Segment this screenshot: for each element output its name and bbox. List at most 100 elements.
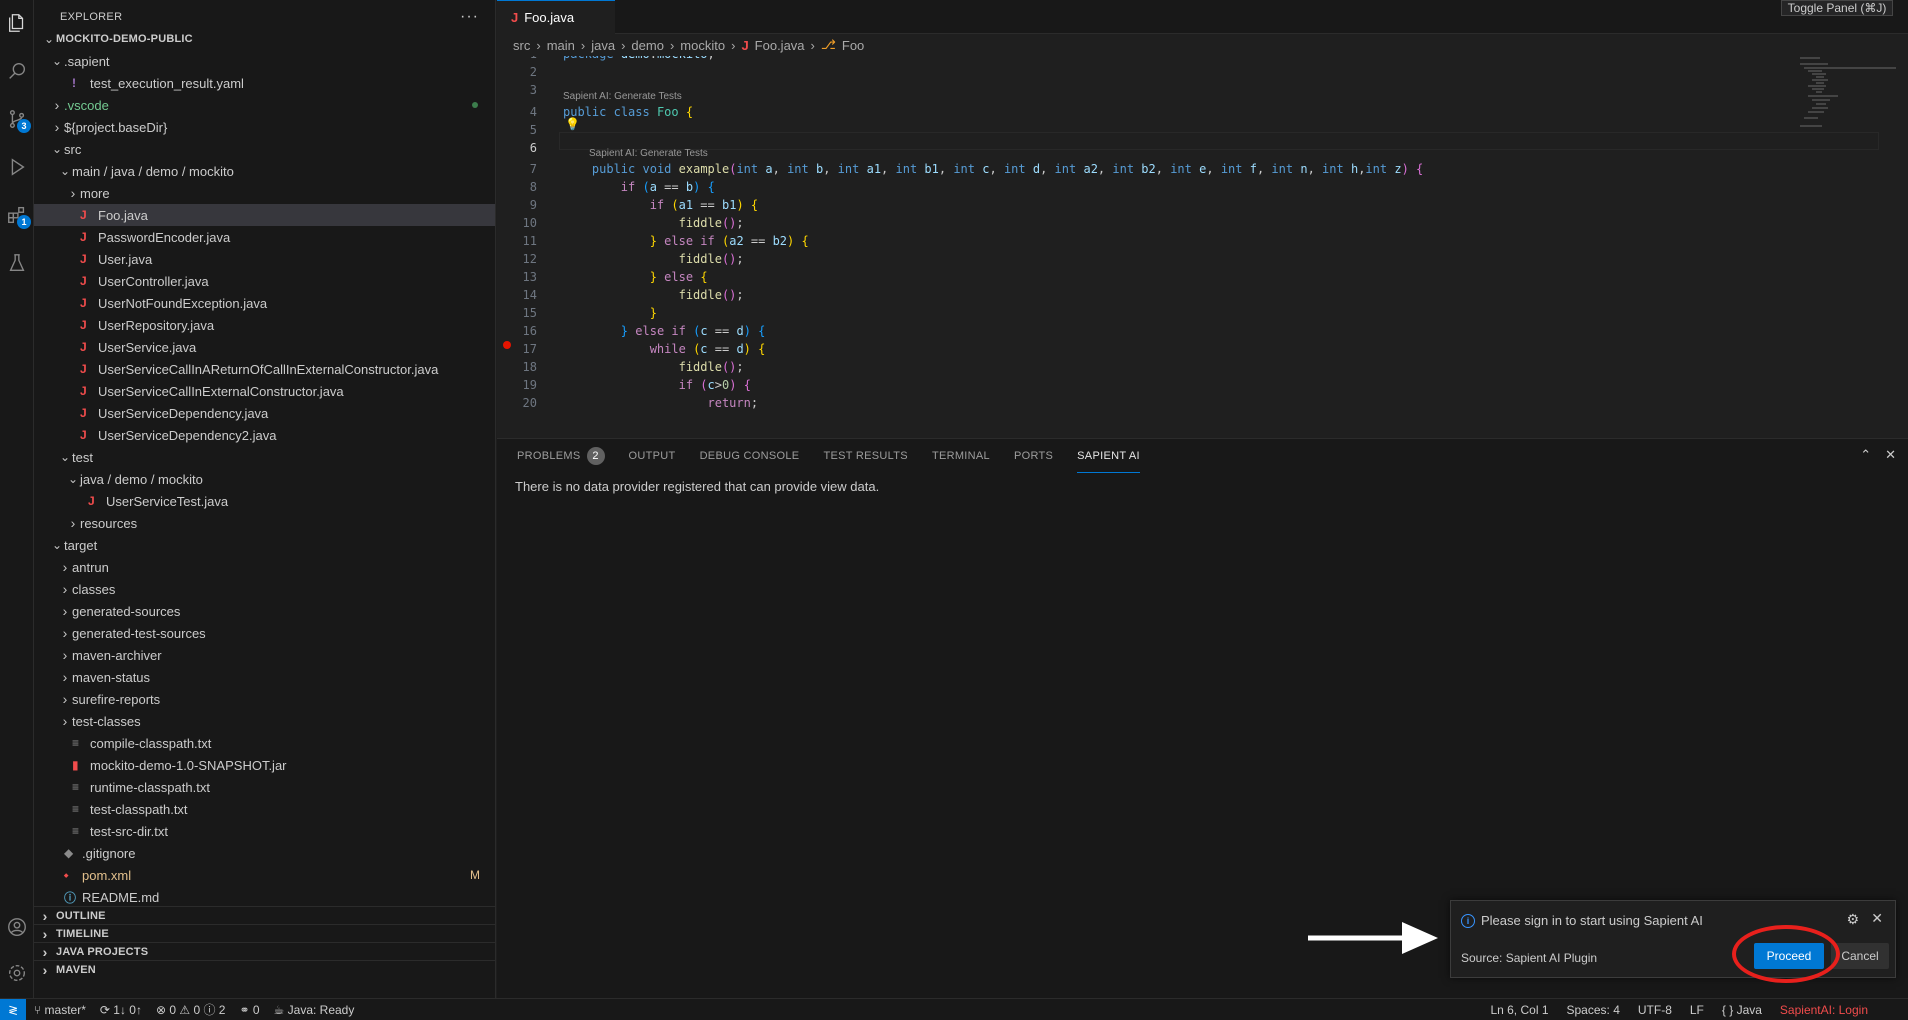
notification-close-icon[interactable]: ✕	[1871, 910, 1883, 927]
file-item[interactable]: J User.java	[34, 248, 495, 270]
folder-item[interactable]: › .vscode	[34, 94, 495, 116]
file-item[interactable]: J UserNotFoundException.java	[34, 292, 495, 314]
tab-foo-java[interactable]: J Foo.java	[497, 0, 615, 34]
folder-item[interactable]: › generated-sources	[34, 600, 495, 622]
close-panel-icon[interactable]: ✕	[1885, 447, 1896, 463]
tree-item-label: compile-classpath.txt	[90, 735, 212, 751]
search-icon[interactable]	[0, 54, 34, 88]
breadcrumb-item[interactable]: Foo.java	[755, 38, 805, 53]
git-branch[interactable]: ⑂ master*	[34, 1003, 86, 1017]
file-item[interactable]: J Foo.java	[34, 204, 495, 226]
folder-item[interactable]: ⌄ target	[34, 534, 495, 556]
line-number: 19	[522, 378, 537, 392]
section-java-projects[interactable]: › JAVA PROJECTS	[34, 942, 495, 960]
breadcrumb-item[interactable]: mockito	[680, 38, 725, 53]
folder-item[interactable]: ⌄ test	[34, 446, 495, 468]
maximize-panel-icon[interactable]: ⌃	[1860, 447, 1871, 463]
code-editor[interactable]: 1234567891011121314151617181920 Sapient …	[497, 56, 1908, 438]
branch-name: master*	[44, 1002, 86, 1017]
panel-tab-problems[interactable]: PROBLEMS 2	[517, 439, 605, 473]
file-item[interactable]: ! test_execution_result.yaml	[34, 72, 495, 94]
folder-item[interactable]: › maven-archiver	[34, 644, 495, 666]
section-timeline[interactable]: › TIMELINE	[34, 924, 495, 942]
more-actions-button[interactable]: ···	[460, 8, 479, 26]
line-number: 10	[522, 216, 537, 230]
folder-item[interactable]: › classes	[34, 578, 495, 600]
remote-indicator-icon[interactable]: ≷	[0, 998, 26, 1020]
breadcrumb-item[interactable]: src	[513, 38, 530, 53]
folder-item[interactable]: › test-classes	[34, 710, 495, 732]
file-item[interactable]: ⓘ README.md	[34, 886, 495, 908]
file-item[interactable]: ≡ compile-classpath.txt	[34, 732, 495, 754]
source-control-icon[interactable]: 3	[0, 102, 34, 136]
tree-item-label: test-src-dir.txt	[90, 823, 169, 839]
folder-item[interactable]: › maven-status	[34, 666, 495, 688]
file-item[interactable]: ≡ runtime-classpath.txt	[34, 776, 495, 798]
section-maven[interactable]: › MAVEN	[34, 960, 495, 978]
codelens-generate-tests-class[interactable]: Sapient AI: Generate Tests	[563, 91, 682, 102]
folder-item[interactable]: › surefire-reports	[34, 688, 495, 710]
java-status[interactable]: ☕ Java: Ready	[274, 1003, 355, 1017]
file-item[interactable]: ⬩ pom.xml M	[34, 864, 495, 886]
language-mode[interactable]: { } Java	[1722, 1003, 1762, 1017]
tab-label: Foo.java	[524, 10, 575, 25]
section-outline[interactable]: › OUTLINE	[34, 906, 495, 924]
ports-status[interactable]: ⚭ 0	[239, 1003, 259, 1017]
file-item[interactable]: J UserController.java	[34, 270, 495, 292]
file-item[interactable]: J UserServiceCallInExternalConstructor.ja…	[34, 380, 495, 402]
breadcrumb-item[interactable]: demo	[631, 38, 664, 53]
breadcrumb-item[interactable]: java	[591, 38, 615, 53]
testing-icon[interactable]	[0, 246, 34, 280]
manage-gear-icon[interactable]	[0, 956, 34, 990]
file-item[interactable]: J UserRepository.java	[34, 314, 495, 336]
panel-tab-test-results[interactable]: TEST RESULTS	[823, 439, 908, 473]
file-item[interactable]: J UserServiceDependency.java	[34, 402, 495, 424]
lightbulb-icon[interactable]: 💡	[565, 117, 580, 131]
cursor-position[interactable]: Ln 6, Col 1	[1490, 1003, 1548, 1017]
folder-item[interactable]: ⌄ src	[34, 138, 495, 160]
panel-tab-sapient-ai[interactable]: SAPIENT AI	[1077, 439, 1140, 473]
tree-item-label: runtime-classpath.txt	[90, 779, 210, 795]
minimap[interactable]	[1798, 56, 1898, 156]
problems-status[interactable]: ⊗ 0 ⚠ 0 ⓘ 2	[156, 1001, 226, 1018]
codelens-generate-tests-method[interactable]: Sapient AI: Generate Tests	[589, 148, 708, 159]
file-item[interactable]: ◆ .gitignore	[34, 842, 495, 864]
file-item[interactable]: ▮ mockito-demo-1.0-SNAPSHOT.jar	[34, 754, 495, 776]
folder-item[interactable]: ⌄ main / java / demo / mockito	[34, 160, 495, 182]
file-item[interactable]: J UserService.java	[34, 336, 495, 358]
file-item[interactable]: ≡ test-src-dir.txt	[34, 820, 495, 842]
encoding[interactable]: UTF-8	[1638, 1003, 1672, 1017]
file-item[interactable]: ≡ test-classpath.txt	[34, 798, 495, 820]
file-item[interactable]: J UserServiceDependency2.java	[34, 424, 495, 446]
file-item[interactable]: J UserServiceTest.java	[34, 490, 495, 512]
file-item[interactable]: J PasswordEncoder.java	[34, 226, 495, 248]
end-of-line[interactable]: LF	[1690, 1003, 1704, 1017]
folder-item[interactable]: ⌄ MOCKITO-DEMO-PUBLIC	[34, 28, 495, 50]
sapient-login-status[interactable]: SapientAI: Login	[1780, 1003, 1868, 1017]
folder-item[interactable]: ⌄ java / demo / mockito	[34, 468, 495, 490]
account-icon[interactable]	[0, 910, 34, 944]
breadcrumb-item[interactable]: main	[547, 38, 575, 53]
panel-tab-terminal[interactable]: TERMINAL	[932, 439, 990, 473]
breadcrumb-item[interactable]: Foo	[842, 38, 864, 53]
breadcrumb-separator-icon: ›	[669, 37, 675, 53]
breakpoint-icon[interactable]	[503, 341, 511, 349]
breadcrumb-separator-icon: ›	[810, 37, 815, 53]
folder-item[interactable]: › more	[34, 182, 495, 204]
folder-item[interactable]: › antrun	[34, 556, 495, 578]
line-number: 3	[529, 83, 537, 97]
notification-settings-gear-icon[interactable]: ⚙	[1846, 911, 1859, 928]
file-item[interactable]: J UserServiceCallInAReturnOfCallInExterna…	[34, 358, 495, 380]
run-debug-icon[interactable]	[0, 150, 34, 184]
panel-tab-output[interactable]: OUTPUT	[629, 439, 676, 473]
explorer-icon[interactable]	[0, 6, 34, 40]
panel-tab-debug-console[interactable]: DEBUG CONSOLE	[700, 439, 800, 473]
git-sync[interactable]: ⟳ 1↓ 0↑	[100, 1003, 142, 1017]
extensions-icon[interactable]: 1	[0, 198, 34, 232]
panel-tab-ports[interactable]: PORTS	[1014, 439, 1053, 473]
indentation[interactable]: Spaces: 4	[1567, 1003, 1620, 1017]
folder-item[interactable]: › resources	[34, 512, 495, 534]
folder-item[interactable]: › ${project.baseDir}	[34, 116, 495, 138]
folder-item[interactable]: ⌄ .sapient	[34, 50, 495, 72]
folder-item[interactable]: › generated-test-sources	[34, 622, 495, 644]
